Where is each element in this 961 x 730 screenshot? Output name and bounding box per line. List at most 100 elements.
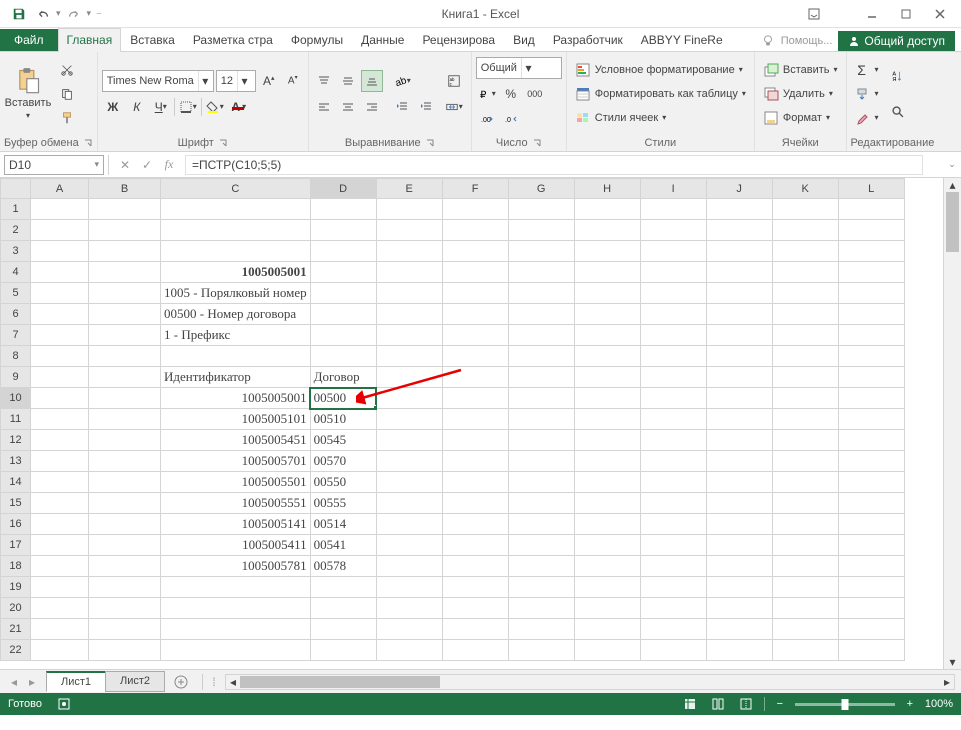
cell-E7[interactable] xyxy=(376,325,442,346)
increase-indent-button[interactable] xyxy=(415,96,437,118)
cell-G19[interactable] xyxy=(508,577,574,598)
cell-I18[interactable] xyxy=(640,556,706,577)
scroll-right-button[interactable]: ▸ xyxy=(940,675,954,689)
cell-I3[interactable] xyxy=(640,241,706,262)
cell-D5[interactable] xyxy=(310,283,376,304)
cell-H19[interactable] xyxy=(574,577,640,598)
cell-G9[interactable] xyxy=(508,367,574,388)
cell-B2[interactable] xyxy=(89,220,161,241)
cell-E10[interactable] xyxy=(376,388,442,409)
cell-J11[interactable] xyxy=(706,409,772,430)
cell-G16[interactable] xyxy=(508,514,574,535)
cell-E3[interactable] xyxy=(376,241,442,262)
cell-A22[interactable] xyxy=(31,640,89,661)
cell-G1[interactable] xyxy=(508,199,574,220)
decrease-indent-button[interactable] xyxy=(391,96,413,118)
cell-K8[interactable] xyxy=(772,346,838,367)
cut-button[interactable] xyxy=(56,59,78,81)
column-header-A[interactable]: A xyxy=(31,179,89,199)
cell-B8[interactable] xyxy=(89,346,161,367)
cell-H22[interactable] xyxy=(574,640,640,661)
number-launcher-icon[interactable] xyxy=(532,138,542,148)
cell-D22[interactable] xyxy=(310,640,376,661)
borders-button[interactable]: ▾ xyxy=(177,96,199,118)
cell-L3[interactable] xyxy=(838,241,904,262)
cell-B9[interactable] xyxy=(89,367,161,388)
cell-F1[interactable] xyxy=(442,199,508,220)
cell-C19[interactable] xyxy=(161,577,311,598)
cell-K13[interactable] xyxy=(772,451,838,472)
fill-button[interactable] xyxy=(851,83,873,105)
clear-button[interactable] xyxy=(851,107,873,129)
cell-C15[interactable]: 1005005551 xyxy=(161,493,311,514)
cell-C2[interactable] xyxy=(161,220,311,241)
cell-C16[interactable]: 1005005141 xyxy=(161,514,311,535)
cell-C5[interactable]: 1005 - Порялковый номер xyxy=(161,283,311,304)
row-header-11[interactable]: 11 xyxy=(1,409,31,430)
close-button[interactable] xyxy=(925,4,955,24)
cell-G5[interactable] xyxy=(508,283,574,304)
cell-D16[interactable]: 00514 xyxy=(310,514,376,535)
redo-button[interactable] xyxy=(63,3,85,25)
cell-L6[interactable] xyxy=(838,304,904,325)
cell-F4[interactable] xyxy=(442,262,508,283)
cell-G3[interactable] xyxy=(508,241,574,262)
expand-formula-bar-button[interactable]: ⌄ xyxy=(943,159,961,170)
conditional-formatting-button[interactable]: Условное форматирование▾ xyxy=(571,59,750,81)
cell-G6[interactable] xyxy=(508,304,574,325)
zoom-in-button[interactable]: + xyxy=(903,697,917,711)
cell-G11[interactable] xyxy=(508,409,574,430)
cell-J21[interactable] xyxy=(706,619,772,640)
cell-K18[interactable] xyxy=(772,556,838,577)
zoom-level[interactable]: 100% xyxy=(925,698,953,710)
cell-H21[interactable] xyxy=(574,619,640,640)
cell-L13[interactable] xyxy=(838,451,904,472)
cell-B4[interactable] xyxy=(89,262,161,283)
row-header-1[interactable]: 1 xyxy=(1,199,31,220)
cell-G14[interactable] xyxy=(508,472,574,493)
maximize-button[interactable] xyxy=(891,4,921,24)
share-button[interactable]: Общий доступ xyxy=(838,31,955,51)
align-center-button[interactable] xyxy=(337,96,359,118)
cell-I14[interactable] xyxy=(640,472,706,493)
cell-K6[interactable] xyxy=(772,304,838,325)
cell-L20[interactable] xyxy=(838,598,904,619)
row-header-21[interactable]: 21 xyxy=(1,619,31,640)
format-cells-button[interactable]: Формат▾ xyxy=(759,107,842,129)
cell-I5[interactable] xyxy=(640,283,706,304)
column-header-J[interactable]: J xyxy=(706,179,772,199)
ribbon-options-button[interactable] xyxy=(799,4,829,24)
hscroll-thumb[interactable] xyxy=(240,676,440,688)
cell-E11[interactable] xyxy=(376,409,442,430)
cell-A11[interactable] xyxy=(31,409,89,430)
cell-C20[interactable] xyxy=(161,598,311,619)
align-bottom-button[interactable] xyxy=(361,70,383,92)
cell-C9[interactable]: Идентификатор xyxy=(161,367,311,388)
cell-A12[interactable] xyxy=(31,430,89,451)
sheet-tab-0[interactable]: Лист1 xyxy=(46,671,106,692)
cell-C22[interactable] xyxy=(161,640,311,661)
cell-G20[interactable] xyxy=(508,598,574,619)
cell-K4[interactable] xyxy=(772,262,838,283)
cell-A3[interactable] xyxy=(31,241,89,262)
number-format-combo[interactable]: Общий▾ xyxy=(476,57,562,79)
formula-bar[interactable]: =ПСТР(C10;5;5) xyxy=(185,155,923,175)
cell-B6[interactable] xyxy=(89,304,161,325)
cell-J9[interactable] xyxy=(706,367,772,388)
cell-G21[interactable] xyxy=(508,619,574,640)
cell-J17[interactable] xyxy=(706,535,772,556)
cell-L16[interactable] xyxy=(838,514,904,535)
cell-H11[interactable] xyxy=(574,409,640,430)
column-header-H[interactable]: H xyxy=(574,179,640,199)
align-left-button[interactable] xyxy=(313,96,335,118)
row-header-8[interactable]: 8 xyxy=(1,346,31,367)
column-header-I[interactable]: I xyxy=(640,179,706,199)
cell-J16[interactable] xyxy=(706,514,772,535)
align-top-button[interactable] xyxy=(313,70,335,92)
font-name-combo[interactable]: Times New Roma▾ xyxy=(102,70,214,92)
cell-L14[interactable] xyxy=(838,472,904,493)
cell-J8[interactable] xyxy=(706,346,772,367)
cell-L2[interactable] xyxy=(838,220,904,241)
cell-A5[interactable] xyxy=(31,283,89,304)
cell-F12[interactable] xyxy=(442,430,508,451)
